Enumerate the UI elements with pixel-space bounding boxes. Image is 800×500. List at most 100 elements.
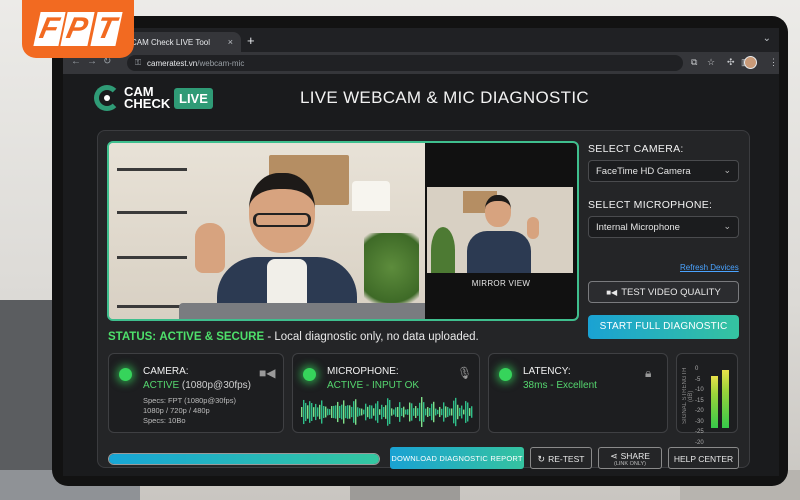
waveform-bar	[409, 402, 411, 422]
waveform-bar	[397, 406, 399, 418]
waveform-bar	[355, 399, 357, 425]
waveform-bar	[435, 408, 437, 416]
microphone-status-card: MICROPHONE: ACTIVE - INPUT OK 🎙︎	[292, 353, 480, 433]
waveform-bar	[465, 401, 467, 423]
signal-bar-right	[722, 370, 729, 428]
waveform-bar	[357, 407, 359, 417]
waveform-bar	[365, 403, 367, 421]
waveform-bar	[441, 408, 443, 416]
waveform-bar	[403, 406, 405, 418]
start-full-diagnostic-button[interactable]: START FULL DIAGNOSTIC	[588, 315, 739, 339]
waveform-bar	[459, 407, 461, 417]
waveform-bar	[313, 407, 315, 417]
new-tab-icon[interactable]: +	[247, 33, 255, 48]
tab-title: CAM Check LIVE Tool	[131, 38, 210, 47]
help-center-button[interactable]: HELP CENTER	[668, 447, 739, 469]
latency-card-title: LATENCY:	[523, 366, 571, 377]
test-video-quality-button[interactable]: ■◀ TEST VIDEO QUALITY	[588, 281, 739, 303]
camera-state: ACTIVE	[143, 380, 180, 391]
camera-select[interactable]: FaceTime HD Camera ⌄	[588, 160, 739, 182]
webcam-preview: MIRROR VIEW	[107, 141, 579, 321]
microphone-select[interactable]: Internal Microphone ⌄	[588, 216, 739, 238]
waveform-bar	[411, 403, 413, 421]
open-in-app-icon[interactable]: ⧉	[691, 57, 697, 68]
camcheck-logo[interactable]: CAM CHECK LIVE	[94, 82, 213, 114]
waveform-bar	[349, 405, 351, 419]
web-page: CAM CHECK LIVE LIVE WEBCAM & MIC DIAGNOS…	[63, 74, 779, 476]
refresh-devices-link[interactable]: Refresh Devices	[680, 263, 739, 272]
camera-detail: (1080p@30fps)	[181, 380, 251, 391]
lock-icon: ⚿	[135, 58, 142, 67]
waveform-bar	[321, 400, 323, 424]
retest-button[interactable]: ↻ RE-TEST	[530, 447, 592, 469]
camera-select-label: SELECT CAMERA:	[588, 143, 684, 155]
waveform-bar	[359, 408, 361, 416]
microphone-icon: 🎙︎	[457, 366, 473, 380]
waveform-bar	[361, 408, 363, 416]
url-path: /webcam-mic	[197, 59, 245, 68]
waveform-bar	[413, 408, 415, 416]
waveform-bar	[417, 408, 419, 416]
close-tab-icon[interactable]: ×	[228, 37, 233, 47]
camera-select-value: FaceTime HD Camera	[596, 166, 691, 177]
download-report-button[interactable]: DOWNLOAD DIAGNOSTIC REPORT	[390, 447, 524, 469]
diagnostic-panel: MIRROR VIEW SELECT CAMERA: FaceTime HD C…	[97, 130, 750, 469]
mirror-view-label: MIRROR VIEW	[471, 279, 531, 288]
logo-text: CAM CHECK	[124, 85, 172, 110]
waveform-bar	[341, 404, 343, 420]
signal-strength-label: SIGNAL STRENGTH (dB)	[682, 367, 694, 425]
audio-waveform	[301, 397, 473, 427]
latency-status-card: LATENCY: 38ms - Excellent 🔒︎	[488, 353, 668, 433]
waveform-bar	[373, 408, 375, 416]
waveform-bar	[331, 406, 333, 418]
person	[187, 173, 387, 319]
waveform-bar	[379, 409, 381, 415]
status-dot	[303, 368, 316, 381]
video-camera-icon: ■◀	[259, 366, 276, 380]
profile-avatar[interactable]	[744, 56, 757, 69]
waveform-bar	[311, 403, 313, 421]
waveform-bar	[303, 399, 305, 425]
waveform-bar	[425, 408, 427, 416]
browser-tab[interactable]: CAM Check LIVE Tool ×	[123, 32, 241, 52]
waveform-bar	[415, 406, 417, 418]
waveform-bar	[335, 405, 337, 419]
refresh-icon: ↻	[537, 454, 546, 464]
waveform-bar	[433, 401, 435, 423]
waveform-bar	[461, 405, 463, 419]
address-bar[interactable]: ⚿ cameratest.vn/webcam-mic	[127, 55, 683, 71]
waveform-bar	[347, 405, 349, 419]
waveform-bar	[301, 407, 303, 417]
menu-kebab-icon[interactable]: ⋮	[769, 57, 778, 68]
chevron-down-icon[interactable]: ⌄	[763, 33, 771, 44]
mic-select-value: Internal Microphone	[596, 222, 680, 233]
share-button[interactable]: ⋖ SHARE (LINK ONLY)	[598, 447, 662, 469]
waveform-bar	[345, 405, 347, 419]
waveform-bar	[419, 402, 421, 422]
status-prefix: STATUS:	[108, 331, 157, 343]
waveform-bar	[439, 406, 441, 418]
waveform-bar	[429, 408, 431, 416]
chevron-down-icon: ⌄	[723, 165, 731, 175]
share-icon: ⋖	[610, 451, 618, 461]
status-state: ACTIVE & SECURE	[159, 331, 265, 343]
extensions-icon[interactable]: ✣	[727, 57, 735, 68]
waveform-bar	[423, 402, 425, 422]
url-domain: cameratest.vn	[147, 59, 198, 68]
bookmark-star-icon[interactable]: ☆	[707, 57, 715, 68]
waveform-bar	[351, 406, 353, 418]
video-camera-icon: ■◀	[606, 288, 618, 297]
signal-strength-meter: SIGNAL STRENGTH (dB) 0 -5 -10 -15 -20 -3…	[676, 353, 738, 446]
status-line: STATUS: ACTIVE & SECURE - Local diagnost…	[108, 331, 479, 343]
waveform-bar	[337, 401, 339, 423]
browser-tabbar: CAM Check LIVE Tool × + ⌄	[63, 28, 779, 52]
waveform-bar	[449, 408, 451, 416]
waveform-bar	[333, 405, 335, 419]
waveform-bar	[455, 397, 457, 427]
test-video-label: TEST VIDEO QUALITY	[621, 287, 721, 298]
waveform-bar	[401, 407, 403, 417]
waveform-bar	[445, 406, 447, 418]
waveform-bar	[451, 408, 453, 416]
waveform-bar	[317, 407, 319, 417]
page-title: LIVE WEBCAM & MIC DIAGNOSTIC	[300, 88, 589, 107]
